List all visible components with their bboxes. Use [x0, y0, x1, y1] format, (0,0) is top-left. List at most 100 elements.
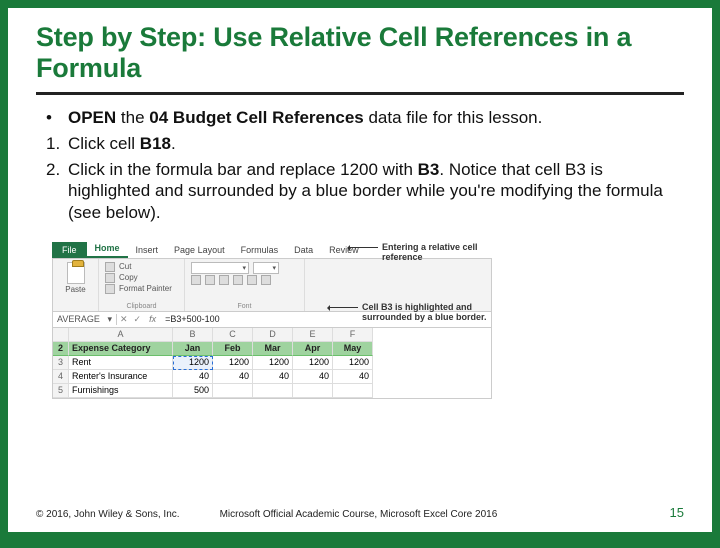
cell[interactable]: [333, 384, 373, 398]
fx-icon[interactable]: fx: [144, 314, 161, 324]
cell[interactable]: 40: [213, 370, 253, 384]
worksheet-grid[interactable]: A B C D E F 2Expense CategoryJanFebMarAp…: [52, 328, 492, 399]
col-header-c[interactable]: C: [213, 328, 253, 342]
clipboard-icon: [67, 262, 85, 284]
cell[interactable]: Mar: [253, 342, 293, 356]
slide-title: Step by Step: Use Relative Cell Referenc…: [36, 22, 684, 84]
fill-color-icon[interactable]: [247, 275, 257, 285]
cell[interactable]: Feb: [213, 342, 253, 356]
paste-button[interactable]: Paste: [59, 262, 92, 294]
step1-text: Click cell B18.: [68, 133, 684, 155]
chevron-down-icon: ▾: [272, 264, 276, 272]
callout-arrow-icon: [328, 307, 358, 308]
file-name: 04 Budget Cell References: [149, 108, 363, 127]
slide-footer: © 2016, John Wiley & Sons, Inc. Microsof…: [36, 505, 684, 520]
row-header[interactable]: 5: [53, 384, 69, 398]
tab-formulas[interactable]: Formulas: [233, 242, 287, 258]
ribbon-paste-group: Paste: [53, 259, 99, 311]
cell[interactable]: 1200: [293, 356, 333, 370]
cell[interactable]: 1200: [253, 356, 293, 370]
enter-icon[interactable]: ✓: [131, 314, 145, 325]
font-color-icon[interactable]: [261, 275, 271, 285]
format-painter-button[interactable]: Format Painter: [105, 284, 178, 294]
tab-page-layout[interactable]: Page Layout: [166, 242, 233, 258]
col-header-a[interactable]: A: [69, 328, 173, 342]
italic-icon[interactable]: [205, 275, 215, 285]
col-header-d[interactable]: D: [253, 328, 293, 342]
table-row: 5Furnishings500: [53, 384, 491, 398]
tab-home[interactable]: Home: [87, 240, 128, 258]
course-text: Microsoft Official Academic Course, Micr…: [180, 509, 670, 520]
ribbon-clipboard-group: Cut Copy Format Painter Clipboard: [99, 259, 185, 311]
row-header[interactable]: 3: [53, 356, 69, 370]
slide: Step by Step: Use Relative Cell Referenc…: [8, 8, 712, 532]
cell[interactable]: Rent: [69, 356, 173, 370]
ribbon-font-group: ▾ ▾ Font: [185, 259, 305, 311]
select-all-corner[interactable]: [53, 328, 69, 342]
row-header[interactable]: 4: [53, 370, 69, 384]
step1-marker: 1.: [42, 133, 68, 155]
bold-icon[interactable]: [191, 275, 201, 285]
name-box[interactable]: AVERAGE ▾: [53, 314, 117, 325]
cell[interactable]: 500: [173, 384, 213, 398]
font-family-select[interactable]: ▾: [191, 262, 249, 274]
chevron-down-icon: ▾: [242, 264, 246, 272]
cell[interactable]: [293, 384, 333, 398]
formula-input[interactable]: =B3+500-100: [161, 314, 224, 324]
cell[interactable]: 40: [293, 370, 333, 384]
excel-screenshot: Entering a relative cell reference Cell …: [52, 240, 492, 399]
bullet-text: OPEN the 04 Budget Cell References data …: [68, 107, 684, 129]
cancel-icon[interactable]: ✕: [117, 314, 131, 325]
cell[interactable]: Jan: [173, 342, 213, 356]
cell[interactable]: 1200: [213, 356, 253, 370]
tab-insert[interactable]: Insert: [128, 242, 167, 258]
font-size-select[interactable]: ▾: [253, 262, 279, 274]
cell[interactable]: [213, 384, 253, 398]
title-rule: [36, 92, 684, 95]
copyright-text: © 2016, John Wiley & Sons, Inc.: [36, 509, 180, 520]
tab-data[interactable]: Data: [286, 242, 321, 258]
cell-b18: B18: [140, 134, 171, 153]
cell[interactable]: May: [333, 342, 373, 356]
cell[interactable]: 40: [173, 370, 213, 384]
ref-b3: B3: [418, 160, 440, 179]
callout-b3-highlight: Cell B3 is highlighted and surrounded by…: [362, 302, 502, 323]
step2-marker: 2.: [42, 159, 68, 224]
callout-arrow-icon: [348, 247, 378, 248]
cell[interactable]: 40: [333, 370, 373, 384]
cell[interactable]: Furnishings: [69, 384, 173, 398]
row-header[interactable]: 2: [53, 342, 69, 356]
cell[interactable]: [253, 384, 293, 398]
clipboard-group-label: Clipboard: [105, 303, 178, 310]
cell[interactable]: 1200: [333, 356, 373, 370]
column-headers: A B C D E F: [53, 328, 491, 342]
cell[interactable]: Apr: [293, 342, 333, 356]
border-icon[interactable]: [233, 275, 243, 285]
copy-icon: [105, 273, 115, 283]
step-bullet: • OPEN the 04 Budget Cell References dat…: [42, 107, 684, 129]
brush-icon: [105, 284, 115, 294]
cell[interactable]: 1200: [173, 356, 213, 370]
underline-icon[interactable]: [219, 275, 229, 285]
callout-relative-ref: Entering a relative cell reference: [382, 242, 492, 263]
table-row: 3Rent12001200120012001200: [53, 356, 491, 370]
col-header-e[interactable]: E: [293, 328, 333, 342]
col-header-f[interactable]: F: [333, 328, 373, 342]
step-2: 2. Click in the formula bar and replace …: [42, 159, 684, 224]
slide-number: 15: [670, 505, 684, 520]
cell[interactable]: Expense Category: [69, 342, 173, 356]
table-row: 4Renter's Insurance4040404040: [53, 370, 491, 384]
font-group-label: Font: [191, 303, 298, 310]
bullet-marker: •: [42, 107, 68, 129]
cell[interactable]: Renter's Insurance: [69, 370, 173, 384]
open-word: OPEN: [68, 108, 116, 127]
cut-button[interactable]: Cut: [105, 262, 178, 272]
col-header-b[interactable]: B: [173, 328, 213, 342]
step2-text: Click in the formula bar and replace 120…: [68, 159, 684, 224]
copy-button[interactable]: Copy: [105, 273, 178, 283]
scissors-icon: [105, 262, 115, 272]
tab-file[interactable]: File: [52, 242, 87, 258]
steps-list: • OPEN the 04 Budget Cell References dat…: [36, 107, 684, 224]
cell[interactable]: 40: [253, 370, 293, 384]
chevron-down-icon: ▾: [107, 314, 112, 325]
